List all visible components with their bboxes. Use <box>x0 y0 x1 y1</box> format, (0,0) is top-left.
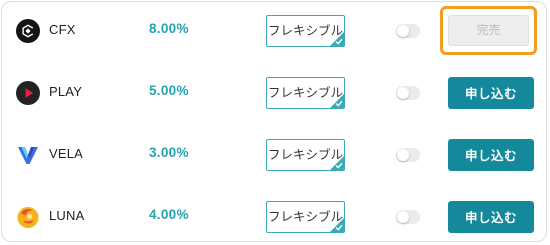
toggle-knob <box>397 25 409 37</box>
checkmark-icon <box>335 224 343 231</box>
term-option-flexible[interactable]: フレキシブル <box>266 201 345 233</box>
auto-renew-toggle[interactable] <box>396 210 420 224</box>
term-option-flexible[interactable]: フレキシブル <box>266 139 345 171</box>
auto-renew-toggle[interactable] <box>396 86 420 100</box>
coin-name: VELA <box>49 146 84 161</box>
coin-name: LUNA <box>49 208 85 223</box>
annual-rate: 5.00% <box>149 83 189 98</box>
checkmark-icon <box>335 162 343 169</box>
annual-rate: 3.00% <box>149 145 189 160</box>
toggle-knob <box>397 211 409 223</box>
savings-product-list: CFX 8.00% フレキシブル 完売 PLAY 5.00% フレキシブル 申し… <box>1 1 547 242</box>
term-option-flexible[interactable]: フレキシブル <box>266 15 345 47</box>
sold-out-button[interactable]: 完売 <box>448 15 529 46</box>
auto-renew-toggle[interactable] <box>396 148 420 162</box>
checkmark-icon <box>335 100 343 107</box>
product-row-vela: VELA 3.00% フレキシブル 申し込む <box>2 133 548 177</box>
product-row-luna: LUNA 4.00% フレキシブル 申し込む <box>2 195 548 239</box>
coin-name: CFX <box>49 22 76 37</box>
apply-button[interactable]: 申し込む <box>448 77 534 109</box>
cfx-logo-icon <box>16 19 40 43</box>
highlight-frame: 完売 <box>440 6 537 55</box>
apply-button[interactable]: 申し込む <box>448 201 534 233</box>
toggle-knob <box>397 87 409 99</box>
vela-logo-icon <box>18 147 38 164</box>
auto-renew-toggle[interactable] <box>396 24 420 38</box>
play-logo-icon <box>16 81 40 105</box>
annual-rate: 8.00% <box>149 21 189 36</box>
coin-name: PLAY <box>49 84 83 99</box>
luna-logo-icon <box>17 207 39 228</box>
apply-button[interactable]: 申し込む <box>448 139 534 171</box>
annual-rate: 4.00% <box>149 207 189 222</box>
term-option-flexible[interactable]: フレキシブル <box>266 77 345 109</box>
product-row-play: PLAY 5.00% フレキシブル 申し込む <box>2 71 548 115</box>
product-row-cfx: CFX 8.00% フレキシブル 完売 <box>2 6 548 55</box>
toggle-knob <box>397 149 409 161</box>
checkmark-icon <box>335 38 343 45</box>
